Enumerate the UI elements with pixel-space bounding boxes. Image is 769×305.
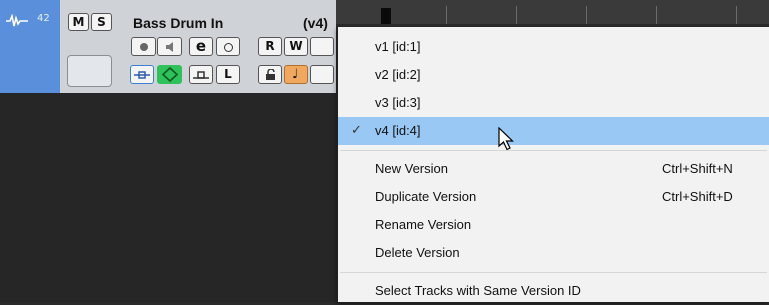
menu-item-new-version[interactable]: New Version Ctrl+Shift+N bbox=[338, 155, 769, 183]
menu-item-label: v3 [id:3] bbox=[375, 95, 421, 110]
circle-icon bbox=[224, 43, 233, 52]
edit-instrument-button[interactable]: e bbox=[189, 37, 213, 56]
menu-item-shortcut: Ctrl+Shift+N bbox=[662, 161, 733, 176]
timebase-button[interactable] bbox=[258, 65, 282, 84]
menu-item-duplicate-version[interactable]: Duplicate Version Ctrl+Shift+D bbox=[338, 183, 769, 211]
menu-separator bbox=[340, 272, 767, 273]
menu-item-label: v2 [id:2] bbox=[375, 67, 421, 82]
solo-button[interactable]: S bbox=[91, 13, 112, 31]
menu-item-shortcut: Ctrl+Shift+D bbox=[662, 189, 733, 204]
note-icon: ♩ bbox=[292, 67, 299, 82]
menu-item-label: Duplicate Version bbox=[375, 189, 477, 204]
track-list-area[interactable] bbox=[0, 93, 336, 302]
menu-separator bbox=[340, 150, 767, 151]
menu-item-rename-version[interactable]: Rename Version bbox=[338, 211, 769, 239]
lock-lanes-button[interactable]: L bbox=[216, 65, 240, 84]
menu-item-label: Rename Version bbox=[375, 217, 472, 232]
monitor-active-button[interactable] bbox=[157, 65, 182, 84]
output-routing-button[interactable] bbox=[189, 65, 213, 84]
diamond-icon bbox=[161, 67, 179, 82]
position-marker[interactable] bbox=[381, 8, 391, 24]
channel-settings-button[interactable] bbox=[216, 37, 240, 56]
speaker-icon bbox=[166, 42, 173, 52]
routing-icon bbox=[134, 71, 150, 79]
menu-item-version-2[interactable]: v2 [id:2] bbox=[338, 61, 769, 89]
menu-item-version-4[interactable]: ✓ v4 [id:4] bbox=[338, 117, 769, 145]
musical-mode-button[interactable]: ♩ bbox=[284, 65, 308, 84]
timeline-ruler[interactable] bbox=[336, 0, 769, 24]
lock-icon bbox=[266, 69, 275, 80]
track-picture-slot[interactable] bbox=[67, 55, 112, 87]
menu-item-select-same-version-id[interactable]: Select Tracks with Same Version ID bbox=[338, 277, 769, 305]
clipped-button[interactable] bbox=[310, 37, 334, 56]
record-dot-icon bbox=[140, 43, 148, 51]
track-version-label[interactable]: (v4) bbox=[303, 15, 328, 31]
mute-button[interactable]: M bbox=[68, 13, 89, 31]
menu-item-label: Delete Version bbox=[375, 245, 460, 260]
menu-item-delete-version[interactable]: Delete Version bbox=[338, 239, 769, 267]
extra-button[interactable] bbox=[310, 65, 334, 84]
checkmark-icon: ✓ bbox=[351, 122, 362, 137]
track-color-strip[interactable]: 42 bbox=[0, 0, 60, 93]
track-name[interactable]: Bass Drum In bbox=[133, 15, 223, 31]
track-number: 42 bbox=[37, 13, 50, 24]
audio-waveform-icon bbox=[6, 14, 28, 27]
menu-item-label: New Version bbox=[375, 161, 448, 176]
routing-out-icon bbox=[193, 71, 209, 79]
input-routing-button[interactable] bbox=[130, 65, 154, 84]
menu-item-label: v4 [id:4] bbox=[375, 123, 421, 138]
mouse-cursor-icon bbox=[498, 127, 514, 151]
monitor-button[interactable] bbox=[157, 37, 182, 56]
track-header[interactable]: 42 M S Bass Drum In (v4) e R W L ♩ bbox=[0, 0, 336, 93]
record-enable-button[interactable] bbox=[131, 37, 156, 56]
menu-item-label: v1 [id:1] bbox=[375, 39, 421, 54]
write-automation-button[interactable]: W bbox=[284, 37, 308, 56]
menu-item-version-1[interactable]: v1 [id:1] bbox=[338, 33, 769, 61]
menu-item-label: Select Tracks with Same Version ID bbox=[375, 283, 581, 298]
version-context-menu: v1 [id:1] v2 [id:2] v3 [id:3] ✓ v4 [id:4… bbox=[338, 27, 769, 302]
menu-item-version-3[interactable]: v3 [id:3] bbox=[338, 89, 769, 117]
read-automation-button[interactable]: R bbox=[258, 37, 282, 56]
